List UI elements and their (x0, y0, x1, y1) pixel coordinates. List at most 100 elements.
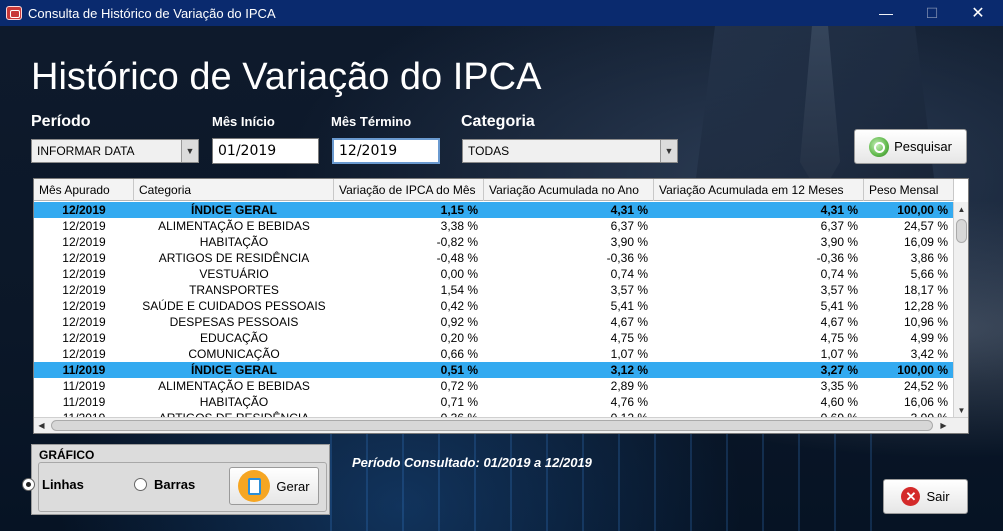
table-row[interactable]: 12/2019 ALIMENTAÇÃO E BEBIDAS 3,38 % 6,37 %… (34, 218, 954, 234)
chevron-down-icon[interactable]: ▼ (660, 140, 677, 162)
table-row[interactable]: 11/2019 ÍNDICE GERAL 0,51 % 3,12 % 3,27 % 100… (34, 362, 954, 378)
scroll-right-icon[interactable]: ▶ (936, 418, 951, 433)
cell-variacao-mes: 0,71 % (440, 395, 478, 409)
ipca-table[interactable]: Mês Apurado Categoria Variação de IPCA d… (33, 178, 969, 434)
linhas-radio[interactable]: Linhas (22, 477, 84, 492)
cell-acumulada-12-meses: 3,90 % (820, 235, 858, 249)
maximize-icon[interactable]: ☐ (909, 0, 955, 26)
categoria-select-value: TODAS (468, 144, 510, 158)
table-row[interactable]: 12/2019 DESPESAS PESSOAIS 0,92 % 4,67 % 4,67… (34, 314, 954, 330)
app-icon (6, 6, 22, 20)
mes-inicio-label: Mês Início (212, 114, 275, 129)
cell-variacao-mes: -0,82 % (436, 235, 478, 249)
cell-variacao-mes: 0,66 % (440, 347, 478, 361)
periodo-label: Período (31, 113, 91, 130)
cell-peso-mensal: 16,09 % (903, 235, 948, 249)
scroll-up-icon[interactable]: ▲ (954, 202, 968, 217)
gerar-button-label: Gerar (276, 478, 310, 494)
cell-variacao-mes: 0,51 % (440, 363, 478, 377)
table-row[interactable]: 12/2019 ÍNDICE GERAL 1,15 % 4,31 % 4,31 % 100… (34, 202, 954, 218)
cell-peso-mensal: 10,96 % (903, 315, 948, 329)
radio-unselected-icon[interactable] (134, 478, 147, 491)
cell-categoria: HABITAÇÃO (199, 235, 269, 249)
table-row[interactable]: 12/2019 VESTUÁRIO 0,00 % 0,74 % 0,74 % 5,66 % (34, 266, 954, 282)
table-row[interactable]: 12/2019 TRANSPORTES 1,54 % 3,57 % 3,57 % 18,1… (34, 282, 954, 298)
gerar-button[interactable]: Gerar (229, 467, 319, 505)
column-header[interactable]: Categoria (134, 179, 334, 201)
cell-acumulada-12-meses: 3,57 % (820, 283, 858, 297)
scroll-down-icon[interactable]: ▼ (954, 403, 968, 418)
cell-peso-mensal: 100,00 % (897, 363, 948, 377)
cell-acumulada-12-meses: 5,41 % (820, 299, 858, 313)
cell-acumulada-ano: 4,31 % (610, 203, 648, 217)
cell-acumulada-ano: 3,90 % (610, 235, 648, 249)
chevron-down-icon[interactable]: ▼ (181, 140, 198, 162)
vertical-scrollbar[interactable]: ▲ ▼ (953, 202, 968, 418)
scroll-left-icon[interactable]: ◀ (34, 418, 49, 433)
column-header[interactable]: Variação Acumulada em 12 Meses (654, 179, 864, 201)
periodo-consultado-text: Período Consultado: 01/2019 a 12/2019 (352, 455, 592, 470)
mes-termino-label: Mês Término (331, 114, 412, 129)
cell-categoria: EDUCAÇÃO (199, 331, 268, 345)
scroll-thumb[interactable] (956, 219, 967, 243)
cell-variacao-mes: 1,54 % (440, 283, 478, 297)
horizontal-scrollbar[interactable]: ◀ ▶ (34, 417, 968, 433)
close-circle-icon: ✕ (901, 487, 921, 506)
page-title: Histórico de Variação do IPCA (31, 56, 542, 98)
cell-mes-apurado: 12/2019 (62, 299, 106, 313)
cell-variacao-mes: 0,20 % (440, 331, 478, 345)
cell-variacao-mes: 1,15 % (440, 203, 478, 217)
cell-acumulada-12-meses: 3,27 % (820, 363, 858, 377)
cell-mes-apurado: 12/2019 (62, 219, 106, 233)
periodo-select-value: INFORMAR DATA (37, 144, 135, 158)
cell-peso-mensal: 100,00 % (897, 203, 948, 217)
cell-peso-mensal: 24,52 % (903, 379, 948, 393)
table-row[interactable]: 12/2019 EDUCAÇÃO 0,20 % 4,75 % 4,75 % 4,99 % (34, 330, 954, 346)
close-icon[interactable]: ✕ (955, 0, 1001, 26)
cell-peso-mensal: 3,42 % (910, 347, 948, 361)
chart-icon (238, 470, 271, 502)
barras-radio-label: Barras (154, 477, 196, 492)
cell-peso-mensal: 12,28 % (903, 299, 948, 313)
linhas-radio-label: Linhas (42, 477, 84, 492)
cell-variacao-mes: 0,00 % (440, 267, 478, 281)
periodo-select[interactable]: INFORMAR DATA ▼ (31, 139, 199, 163)
cell-acumulada-12-meses: 0,74 % (820, 267, 858, 281)
cell-acumulada-ano: 5,41 % (610, 299, 648, 313)
table-row[interactable]: 11/2019 ALIMENTAÇÃO E BEBIDAS 0,72 % 2,89 %… (34, 378, 954, 394)
mes-termino-input[interactable]: 12/2019 (332, 138, 440, 164)
cell-acumulada-ano: 3,12 % (610, 363, 648, 377)
table-row[interactable]: 12/2019 SAÚDE E CUIDADOS PESSOAIS 0,42 % 5,… (34, 298, 954, 314)
cell-peso-mensal: 16,06 % (903, 395, 948, 409)
mes-inicio-input[interactable]: 01/2019 (212, 138, 319, 164)
categoria-select[interactable]: TODAS ▼ (462, 139, 678, 163)
minimize-icon[interactable]: — (863, 0, 909, 26)
table-row[interactable]: 12/2019 HABITAÇÃO -0,82 % 3,90 % 3,90 % 16,09… (34, 234, 954, 250)
table-row[interactable]: 11/2019 HABITAÇÃO 0,71 % 4,76 % 4,60 % 16,06 … (34, 394, 954, 410)
column-header[interactable]: Variação de IPCA do Mês (334, 179, 484, 201)
column-header[interactable]: Variação Acumulada no Ano (484, 179, 654, 201)
cell-variacao-mes: -0,48 % (436, 251, 478, 265)
cell-categoria: ALIMENTAÇÃO E BEBIDAS (158, 219, 310, 233)
cell-peso-mensal: 24,57 % (903, 219, 948, 233)
table-row[interactable]: 12/2019 ARTIGOS DE RESIDÊNCIA -0,48 % -0,36… (34, 250, 954, 266)
radio-selected-icon[interactable] (22, 478, 35, 491)
cell-categoria: COMUNICAÇÃO (188, 347, 280, 361)
column-header[interactable]: Peso Mensal (864, 179, 954, 201)
cell-variacao-mes: 0,72 % (440, 379, 478, 393)
cell-mes-apurado: 12/2019 (62, 267, 106, 281)
cell-acumulada-ano: 0,74 % (610, 267, 648, 281)
pesquisar-button[interactable]: Pesquisar (854, 129, 967, 164)
cell-mes-apurado: 12/2019 (62, 251, 106, 265)
cell-categoria: VESTUÁRIO (199, 267, 269, 281)
sair-button[interactable]: ✕ Sair (883, 479, 968, 514)
barras-radio[interactable]: Barras (134, 477, 195, 492)
column-header[interactable]: Mês Apurado (34, 179, 134, 201)
cell-categoria: HABITAÇÃO (199, 395, 269, 409)
table-row[interactable]: 12/2019 COMUNICAÇÃO 0,66 % 1,07 % 1,07 % 3,42… (34, 346, 954, 362)
scroll-thumb[interactable] (51, 420, 933, 431)
grafico-title: GRÁFICO (39, 448, 95, 462)
cell-mes-apurado: 12/2019 (62, 235, 106, 249)
cell-variacao-mes: 0,92 % (440, 315, 478, 329)
cell-variacao-mes: 0,42 % (440, 299, 478, 313)
